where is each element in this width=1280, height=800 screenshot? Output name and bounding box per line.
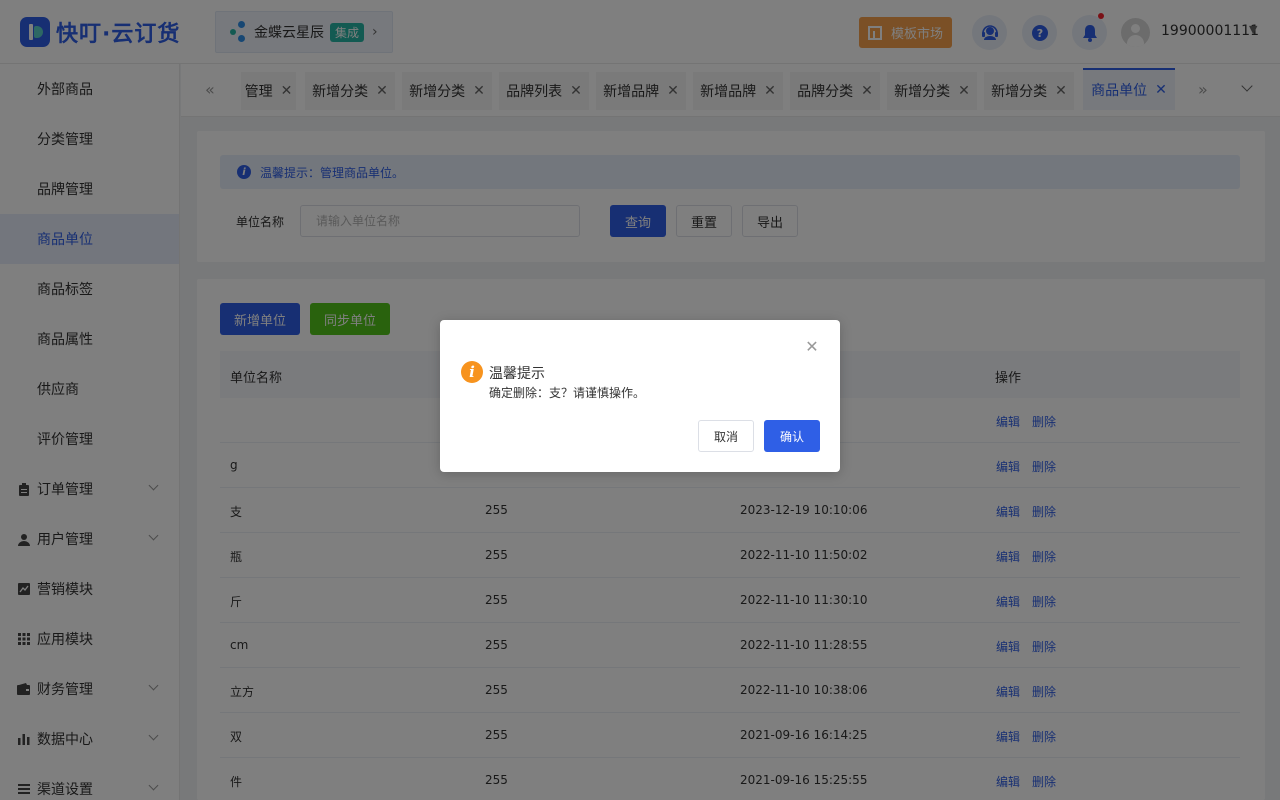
cancel-button[interactable]: 取消 (698, 420, 754, 452)
confirm-dialog: ✕ i 温馨提示 确定删除：支？请谨慎操作。 取消 确认 (440, 320, 840, 472)
dialog-message: 确定删除：支？请谨慎操作。 (489, 386, 646, 400)
confirm-button[interactable]: 确认 (764, 420, 820, 452)
dialog-title: 温馨提示 (489, 366, 545, 382)
close-icon[interactable]: ✕ (804, 339, 820, 355)
warning-icon: i (461, 361, 483, 383)
